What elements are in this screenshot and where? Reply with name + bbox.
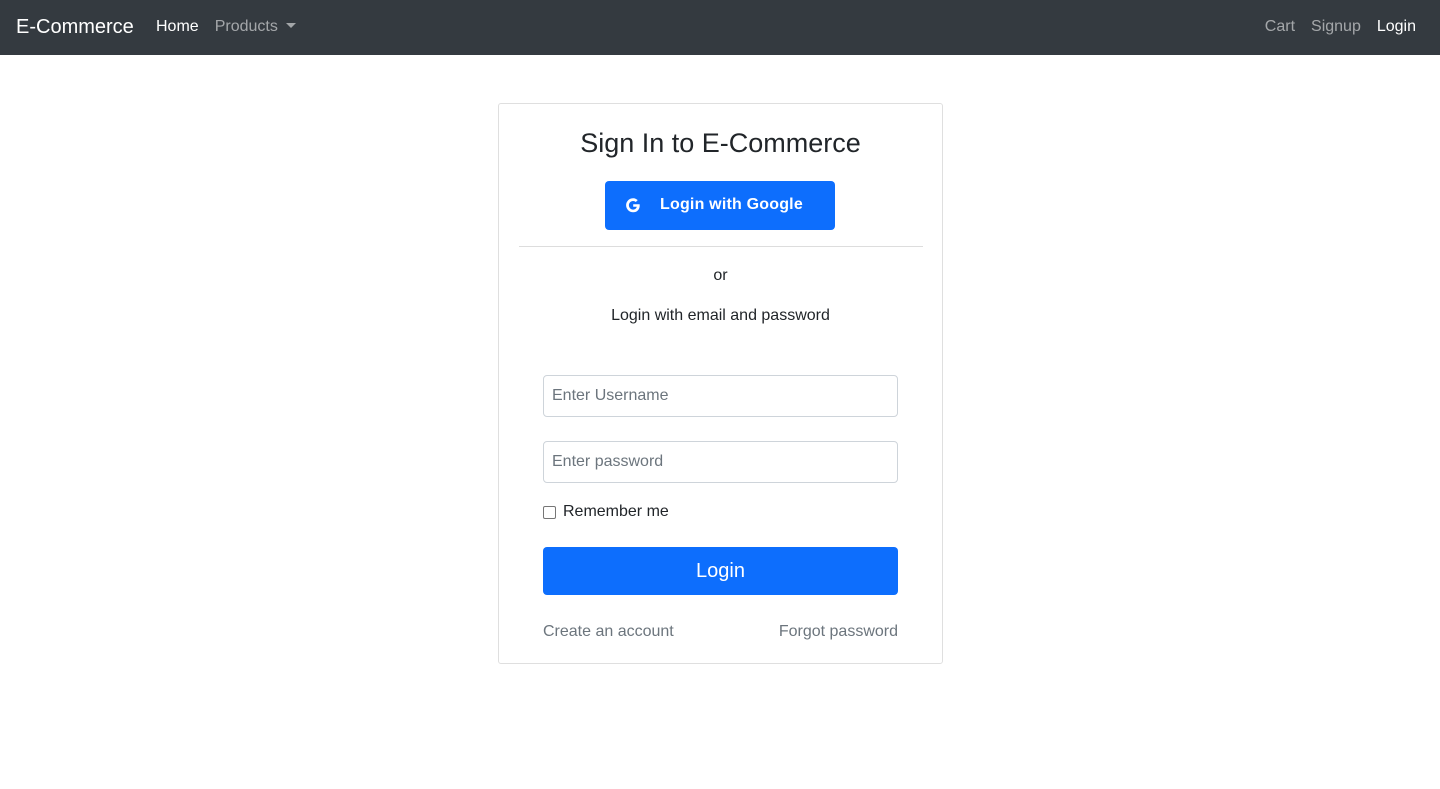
nav-signup-link[interactable]: Signup bbox=[1311, 16, 1361, 38]
create-account-link[interactable]: Create an account bbox=[543, 622, 674, 642]
google-button-label: Login with Google bbox=[660, 196, 803, 213]
username-input[interactable] bbox=[543, 375, 898, 417]
forgot-password-link[interactable]: Forgot password bbox=[779, 622, 898, 642]
login-submit-button[interactable]: Login bbox=[543, 547, 898, 595]
email-login-subtitle: Login with email and password bbox=[611, 307, 830, 324]
or-separator-text: or bbox=[713, 267, 728, 284]
brand-logo-link[interactable]: E-Commerce bbox=[16, 14, 134, 40]
caret-down-icon bbox=[285, 23, 296, 28]
top-navbar: E-Commerce Home Products Cart Signup Log… bbox=[0, 0, 1440, 55]
nav-right-group: Cart Signup Login bbox=[1249, 16, 1416, 38]
nav-products-dropdown[interactable]: Products bbox=[215, 16, 296, 38]
nav-left-group: Home Products bbox=[156, 16, 312, 38]
divider bbox=[519, 246, 923, 247]
nav-cart-link[interactable]: Cart bbox=[1265, 16, 1295, 38]
login-with-google-button[interactable]: Login with Google bbox=[605, 181, 835, 230]
login-card: Sign In to E-Commerce Login with Google … bbox=[498, 103, 943, 664]
remember-me-label[interactable]: Remember me bbox=[563, 502, 669, 522]
nav-login-link[interactable]: Login bbox=[1377, 16, 1416, 38]
password-input[interactable] bbox=[543, 441, 898, 483]
nav-products-label: Products bbox=[214, 18, 278, 35]
google-g-icon bbox=[626, 198, 640, 213]
remember-me-checkbox[interactable] bbox=[543, 505, 556, 519]
remember-me-row: Remember me bbox=[543, 502, 669, 522]
login-card-title: Sign In to E-Commerce bbox=[580, 128, 861, 158]
nav-home-link[interactable]: Home bbox=[156, 16, 199, 38]
